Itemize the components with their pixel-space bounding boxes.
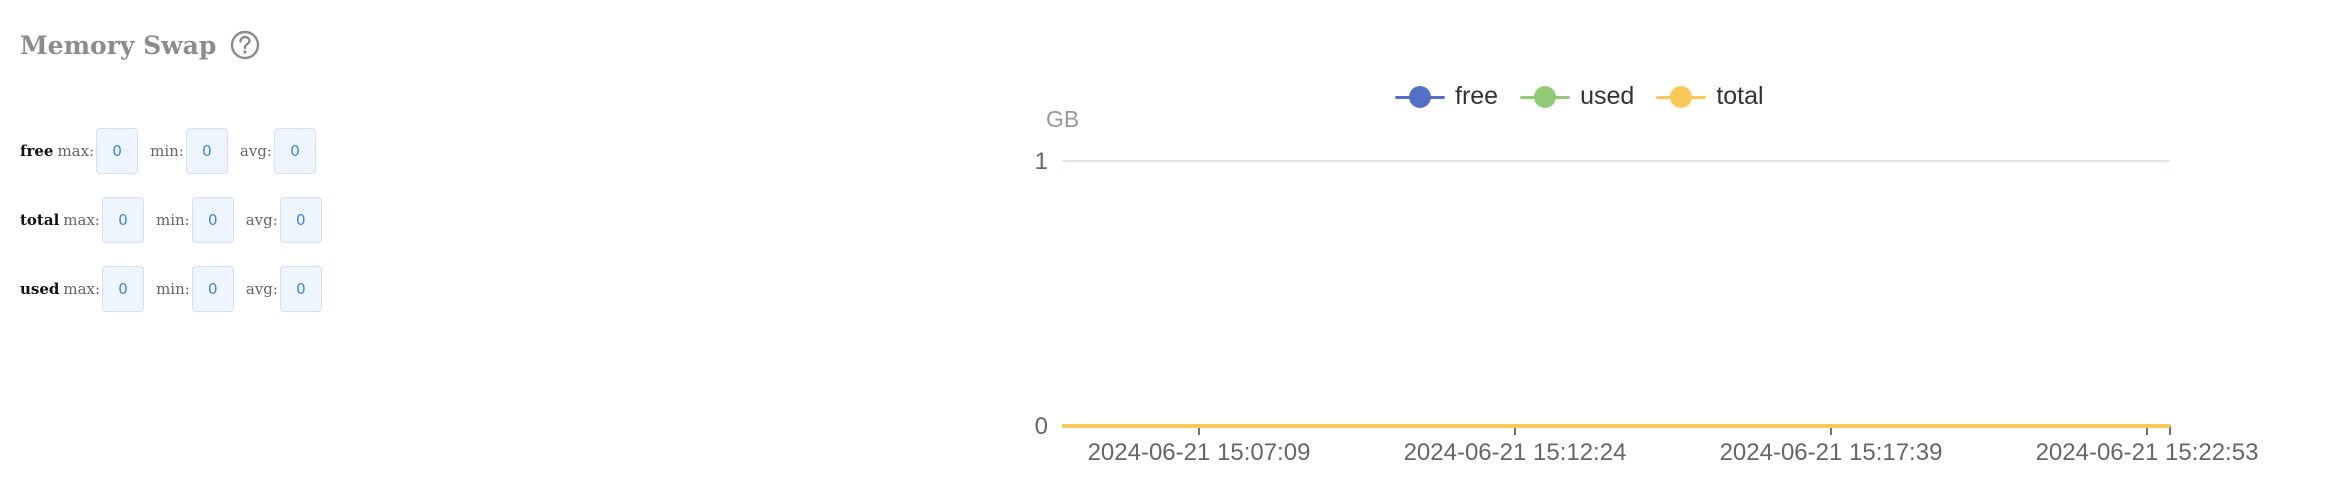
avg-label: avg: [245,211,278,229]
max-label: max: [63,211,100,229]
max-label: max: [63,280,101,298]
max-value: 0 [102,266,145,312]
stat-name: used [20,280,60,298]
stat-name: total [20,211,60,229]
x-tick-label: 2024-06-21 15:07:09 [1088,439,1311,466]
stat-row-total: total max: 0 min: 0 avg: 0 [20,196,334,244]
y-tick-label: 1 [1035,148,1048,175]
chart-plot-area: 0 1 2024-06-21 15:07:09 2024-06-21 15:12:24… [1035,148,2259,466]
panel-title: Memory Swap [20,30,217,60]
panel-header: Memory Swap [20,30,260,60]
y-tick-label: 0 [1035,413,1048,440]
stats-summary: free max: 0 min: 0 avg: 0 total max: 0 m… [20,127,334,334]
memory-swap-chart: free used total GB 0 1 2024-06-21 15:07:09… [1020,70,2320,490]
avg-label: avg: [245,280,278,298]
stat-row-free: free max: 0 min: 0 avg: 0 [20,127,334,175]
x-tick-label: 2024-06-21 15:12:24 [1404,439,1627,466]
min-label: min: [150,142,184,160]
x-tick-label: 2024-06-21 15:22:53 [2036,439,2259,466]
max-value: 0 [96,128,139,174]
x-tick-label: 2024-06-21 15:17:39 [1720,439,1943,466]
stat-name: free [20,142,54,160]
avg-value: 0 [273,128,316,174]
min-value: 0 [191,266,234,312]
min-label: min: [156,280,190,298]
question-circle-icon[interactable] [230,30,260,60]
stat-row-used: used max: 0 min: 0 avg: 0 [20,265,334,313]
min-value: 0 [185,128,228,174]
min-label: min: [155,211,190,229]
min-value: 0 [191,197,234,243]
max-value: 0 [101,197,144,243]
avg-value: 0 [279,197,322,243]
avg-label: avg: [239,142,272,160]
max-label: max: [57,142,95,160]
avg-value: 0 [279,266,322,312]
